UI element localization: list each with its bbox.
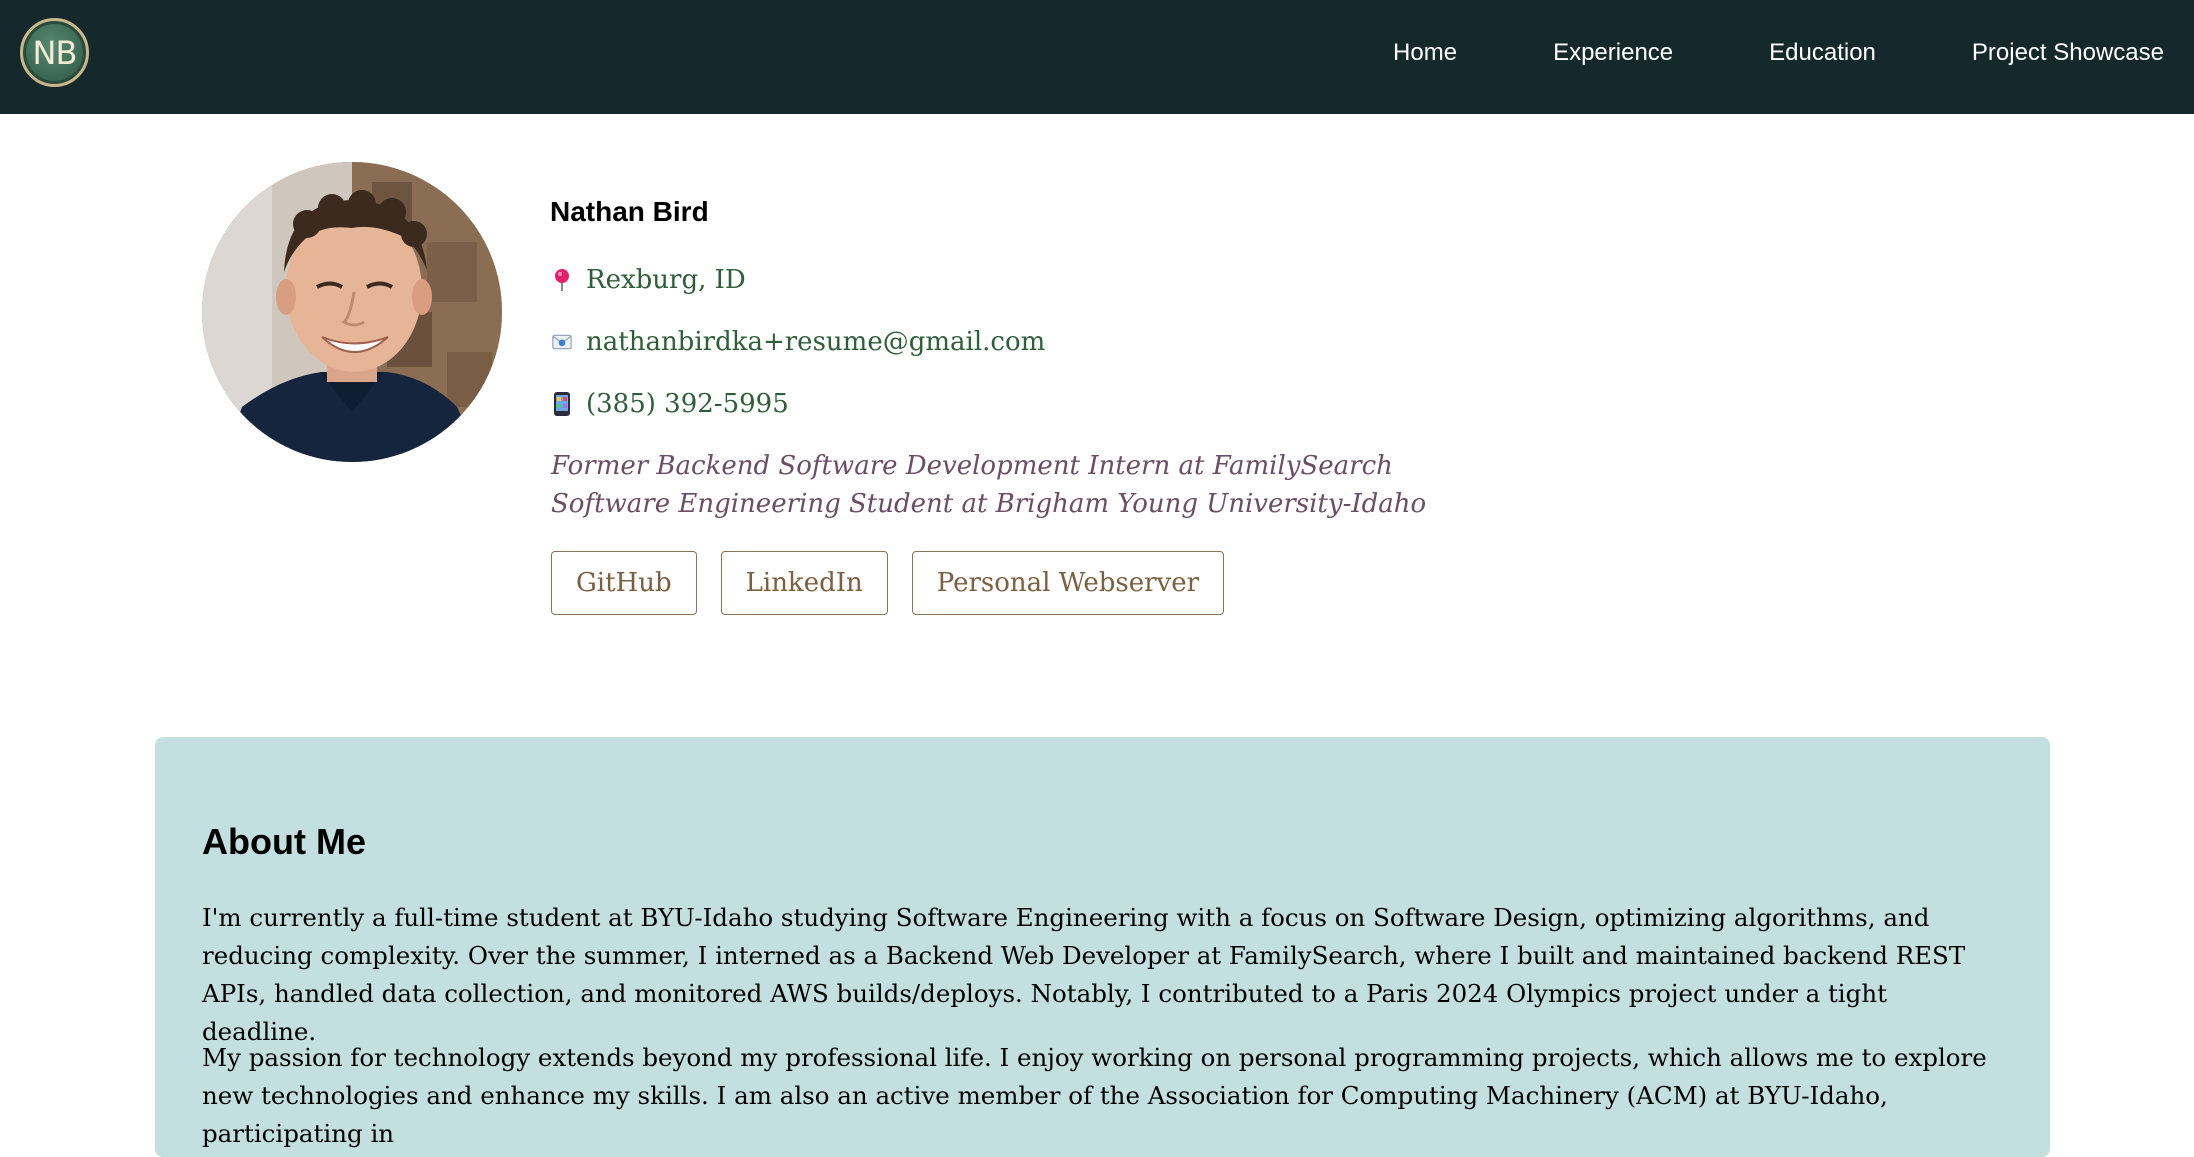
subtitle-line-2: Software Engineering Student at Brigham … [551, 489, 1427, 519]
profile-name: Nathan Bird [550, 196, 709, 227]
pushpin-icon [552, 268, 572, 292]
nav-link-home[interactable]: Home [1393, 39, 1457, 67]
linkedin-button[interactable]: LinkedIn [720, 551, 888, 615]
email-row: nathanbirdka+resume@gmail.com [552, 327, 1045, 357]
nav-link-project-showcase[interactable]: Project Showcase [1972, 39, 2164, 67]
profile-photo [202, 162, 502, 462]
phone-text: (385) 392-5995 [586, 389, 789, 419]
nav-link-education[interactable]: Education [1769, 39, 1876, 67]
logo[interactable]: NB [20, 18, 89, 87]
about-paragraph-2: My passion for technology extends beyond… [202, 1043, 1987, 1148]
logo-text: NB [32, 33, 78, 72]
location-row: Rexburg, ID [552, 265, 746, 295]
personal-webserver-button[interactable]: Personal Webserver [911, 551, 1225, 615]
envelope-icon [552, 330, 572, 354]
about-paragraph-1: I'm currently a full-time student at BYU… [202, 903, 1966, 1046]
about-section: About Me I'm currently a full-time stude… [155, 737, 2050, 1157]
email-link[interactable]: nathanbirdka+resume@gmail.com [586, 327, 1045, 357]
profile-photo-illustration [202, 162, 502, 462]
location-text: Rexburg, ID [586, 265, 746, 295]
subtitle-line-1: Former Backend Software Development Inte… [551, 451, 1393, 481]
profile-links: GitHub LinkedIn Personal Webserver [551, 551, 1225, 615]
phone-row: (385) 392-5995 [552, 389, 789, 419]
nav-links: Home Experience Education Project Showca… [1393, 0, 2164, 106]
mobile-phone-icon [552, 392, 572, 416]
nav-link-experience[interactable]: Experience [1553, 39, 1673, 67]
about-title: About Me [202, 821, 366, 862]
github-button[interactable]: GitHub [551, 551, 697, 615]
top-navbar: NB Home Experience Education Project Sho… [0, 0, 2194, 114]
